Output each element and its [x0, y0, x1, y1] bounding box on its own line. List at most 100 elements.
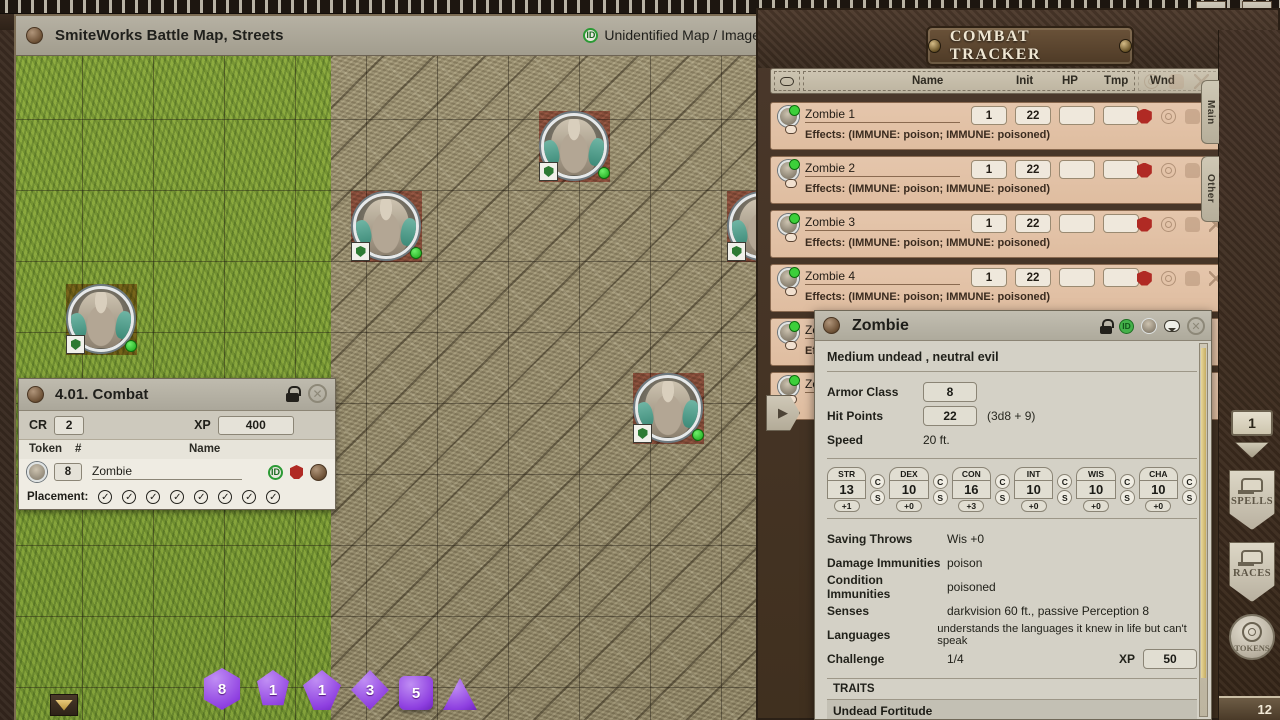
lock-icon[interactable]: [286, 386, 301, 402]
row-name[interactable]: Zombie 4: [805, 269, 960, 285]
map-token-zombie[interactable]: [633, 375, 704, 443]
helmet-icon[interactable]: [290, 465, 303, 479]
id-badge-icon[interactable]: ID: [268, 464, 283, 480]
row-token-icon[interactable]: [778, 375, 800, 397]
fist-icon[interactable]: [1184, 108, 1200, 124]
die-d4[interactable]: [443, 678, 477, 710]
row-init-field[interactable]: 1: [971, 268, 1007, 287]
sidebar-tab-main[interactable]: Main: [1201, 80, 1219, 144]
ability-int[interactable]: INT 10 +0: [1013, 467, 1054, 512]
armor-class-value[interactable]: 8: [923, 382, 977, 402]
die-d10[interactable]: 1: [303, 670, 341, 710]
xp-value[interactable]: 50: [1143, 649, 1197, 669]
ability-check-save-toggles[interactable]: C S: [1119, 467, 1135, 512]
placement-check-2[interactable]: ✓: [122, 490, 137, 504]
encounter-count-field[interactable]: 8: [54, 463, 82, 481]
sidebar-button-races[interactable]: RACES: [1229, 542, 1275, 602]
row-tmp-field[interactable]: [1059, 268, 1095, 287]
npc-scrollbar[interactable]: [1199, 343, 1208, 717]
ability-con[interactable]: CON 16 +3: [951, 467, 991, 512]
row-token-icon[interactable]: [778, 105, 800, 127]
die-d6[interactable]: 5: [399, 676, 433, 710]
combat-tracker-row[interactable]: Zombie 1 1 22 Effects: (IMMUNE: poison; …: [770, 102, 1271, 150]
combat-tracker-row[interactable]: Zombie 4 1 22 Effects: (IMMUNE: poison; …: [770, 264, 1271, 312]
ability-str[interactable]: STR 13 +1: [827, 467, 867, 512]
npc-titlebar[interactable]: Zombie ID ✕: [815, 311, 1211, 341]
row-hp-field[interactable]: 22: [1015, 268, 1051, 287]
helmet-icon[interactable]: [1137, 216, 1152, 232]
combat-tracker-row[interactable]: Zombie 2 1 22 Effects: (IMMUNE: poison; …: [770, 156, 1271, 204]
fist-icon[interactable]: [1184, 270, 1200, 286]
ability-save-button[interactable]: S: [994, 490, 1010, 505]
map-titlebar[interactable]: SmiteWorks Battle Map, Streets ID Uniden…: [16, 16, 760, 56]
row-token-icon[interactable]: [778, 159, 800, 181]
helmet-icon[interactable]: [1137, 162, 1152, 178]
target-icon[interactable]: [1160, 108, 1176, 124]
ability-check-save-toggles[interactable]: C S: [1057, 467, 1073, 512]
cr-field[interactable]: 2: [54, 415, 85, 435]
chevron-down-icon[interactable]: [1235, 442, 1269, 458]
row-hp-field[interactable]: 22: [1015, 106, 1051, 125]
ability-check-save-toggles[interactable]: C S: [932, 467, 948, 512]
ability-check-save-toggles[interactable]: C S: [870, 467, 886, 512]
placement-check-7[interactable]: ✓: [242, 490, 257, 504]
row-visibility-icon[interactable]: [785, 125, 797, 134]
target-icon[interactable]: [1160, 270, 1176, 286]
ability-check-button[interactable]: C: [1057, 474, 1073, 489]
encounter-titlebar[interactable]: 4.01. Combat ✕: [19, 379, 335, 411]
row-init-field[interactable]: 1: [971, 160, 1007, 179]
ability-dex[interactable]: DEX 10 +0: [889, 467, 929, 512]
fist-icon[interactable]: [1184, 162, 1200, 178]
ability-score[interactable]: 16: [951, 481, 991, 499]
helmet-icon[interactable]: [1137, 108, 1152, 124]
close-icon[interactable]: ✕: [308, 384, 327, 403]
sidebar-tab-other[interactable]: Other: [1201, 156, 1219, 222]
ability-save-button[interactable]: S: [1057, 490, 1073, 505]
ability-score[interactable]: 10: [1138, 481, 1178, 499]
row-visibility-icon[interactable]: [785, 179, 797, 188]
row-name[interactable]: Zombie 2: [805, 161, 960, 177]
dice-tray[interactable]: 8 1 1 3 5: [201, 668, 477, 710]
chat-envelope-icon[interactable]: [50, 694, 78, 716]
encounter-row[interactable]: 8 Zombie ID: [19, 459, 335, 485]
ability-check-button[interactable]: C: [870, 474, 886, 489]
row-visibility-icon[interactable]: [785, 287, 797, 296]
npc-scrollbar-thumb[interactable]: [1201, 348, 1206, 678]
row-name[interactable]: Zombie 1: [805, 107, 960, 123]
ability-score[interactable]: 10: [889, 481, 929, 499]
row-token-icon[interactable]: [778, 267, 800, 289]
xp-field[interactable]: 400: [217, 415, 294, 435]
ability-check-button[interactable]: C: [1181, 474, 1197, 489]
ability-check-button[interactable]: C: [1119, 474, 1135, 489]
placement-check-6[interactable]: ✓: [218, 490, 233, 504]
target-icon[interactable]: [1160, 216, 1176, 232]
row-tmp-field[interactable]: [1059, 214, 1095, 233]
row-init-field[interactable]: 1: [971, 106, 1007, 125]
window-gem-icon[interactable]: [310, 463, 327, 481]
placement-check-8[interactable]: ✓: [266, 490, 281, 504]
ability-check-save-toggles[interactable]: C S: [994, 467, 1010, 512]
ability-cha[interactable]: CHA 10 +0: [1138, 467, 1178, 512]
encounter-token-icon[interactable]: [27, 462, 47, 482]
row-hp-field[interactable]: 22: [1015, 160, 1051, 179]
ability-check-button[interactable]: C: [994, 474, 1010, 489]
ability-save-button[interactable]: S: [870, 490, 886, 505]
fist-icon[interactable]: [1184, 216, 1200, 232]
ability-check-save-toggles[interactable]: C S: [1181, 467, 1197, 512]
token-icon[interactable]: [1141, 318, 1157, 334]
close-icon[interactable]: ✕: [1187, 317, 1205, 335]
round-counter[interactable]: 1: [1231, 410, 1273, 436]
encounter-name-field[interactable]: Zombie: [92, 464, 242, 480]
visibility-toggle-icon[interactable]: [774, 71, 800, 91]
ability-score[interactable]: 10: [1013, 481, 1054, 499]
map-token-zombie[interactable]: [351, 193, 422, 261]
ability-save-button[interactable]: S: [1181, 490, 1197, 505]
ability-check-button[interactable]: C: [932, 474, 948, 489]
row-visibility-icon[interactable]: [785, 341, 797, 350]
ability-wis[interactable]: WIS 10 +0: [1076, 467, 1116, 512]
die-d8[interactable]: 3: [351, 670, 389, 710]
hit-points-value[interactable]: 22: [923, 406, 977, 426]
id-badge-icon[interactable]: ID: [1119, 318, 1134, 334]
placement-check-4[interactable]: ✓: [170, 490, 185, 504]
map-identified-status[interactable]: ID Unidentified Map / Image: [583, 27, 760, 43]
